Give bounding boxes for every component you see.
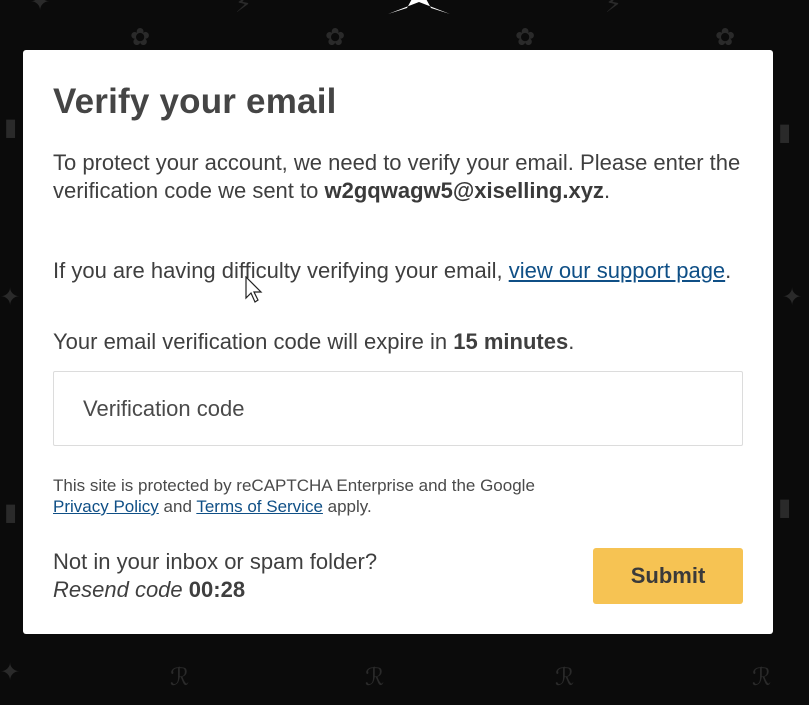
star-logo-icon (388, 0, 450, 14)
page-title: Verify your email (53, 82, 337, 121)
decorative-pattern-icon: ✿ (130, 23, 151, 51)
decorative-pattern-icon: ✿ (715, 23, 736, 51)
decorative-pattern-icon: ✿ (325, 23, 346, 51)
decorative-pattern-icon: ℛ (170, 663, 190, 691)
expiry-period: . (568, 329, 575, 354)
support-paragraph: If you are having difficulty verifying y… (53, 257, 743, 285)
decorative-pattern-icon: ✦ (0, 283, 21, 311)
decorative-pattern-icon: ✦ (0, 658, 21, 686)
decorative-pattern-icon: ▮ (4, 498, 18, 526)
intro-period: . (603, 178, 611, 203)
decorative-pattern-icon: ℛ (365, 663, 385, 691)
inbox-question: Not in your inbox or spam folder? (53, 549, 378, 574)
and-text: and (158, 497, 197, 516)
decorative-pattern-icon: ⚡ (605, 0, 622, 18)
apply-text: apply. (322, 497, 372, 516)
support-text: If you are having difficulty verifying y… (53, 258, 509, 283)
resend-code-label: Resend code (53, 577, 183, 602)
intro-paragraph: To protect your account, we need to veri… (53, 149, 743, 205)
support-period: . (725, 258, 732, 283)
decorative-pattern-icon: ✿ (515, 23, 536, 51)
expiry-duration: 15 minutes (453, 329, 569, 354)
resend-row: Resend code 00:28 (53, 576, 377, 604)
verification-code-input[interactable] (53, 371, 743, 446)
email-address: w2gqwagw5@xiselling.xyz (324, 178, 604, 203)
support-page-link[interactable]: view our support page (509, 258, 725, 283)
submit-button[interactable]: Submit (593, 548, 743, 604)
expiry-paragraph: Your email verification code will expire… (53, 328, 743, 356)
decorative-pattern-icon: ℛ (752, 663, 772, 691)
recaptcha-text: This site is protected by reCAPTCHA Ente… (53, 476, 535, 495)
decorative-pattern-icon: ▮ (4, 113, 18, 141)
decorative-pattern-icon: ▮ (778, 493, 792, 521)
resend-timer: 00:28 (188, 577, 246, 602)
expiry-text: Your email verification code will expire… (53, 329, 454, 354)
privacy-policy-link[interactable]: Privacy Policy (53, 497, 159, 516)
verify-email-modal: Verify your email To protect your accoun… (23, 50, 773, 634)
resend-section: Not in your inbox or spam folder? Resend… (53, 548, 377, 604)
terms-of-service-link[interactable]: Terms of Service (196, 497, 323, 516)
decorative-pattern-icon: ▮ (778, 118, 792, 146)
decorative-pattern-icon: ⚡ (235, 0, 252, 18)
decorative-pattern-icon: ✦ (30, 0, 51, 16)
recaptcha-notice: This site is protected by reCAPTCHA Ente… (53, 475, 653, 517)
decorative-pattern-icon: ℛ (555, 663, 575, 691)
mouse-pointer-icon (245, 276, 263, 303)
decorative-pattern-icon: ✦ (782, 283, 803, 311)
